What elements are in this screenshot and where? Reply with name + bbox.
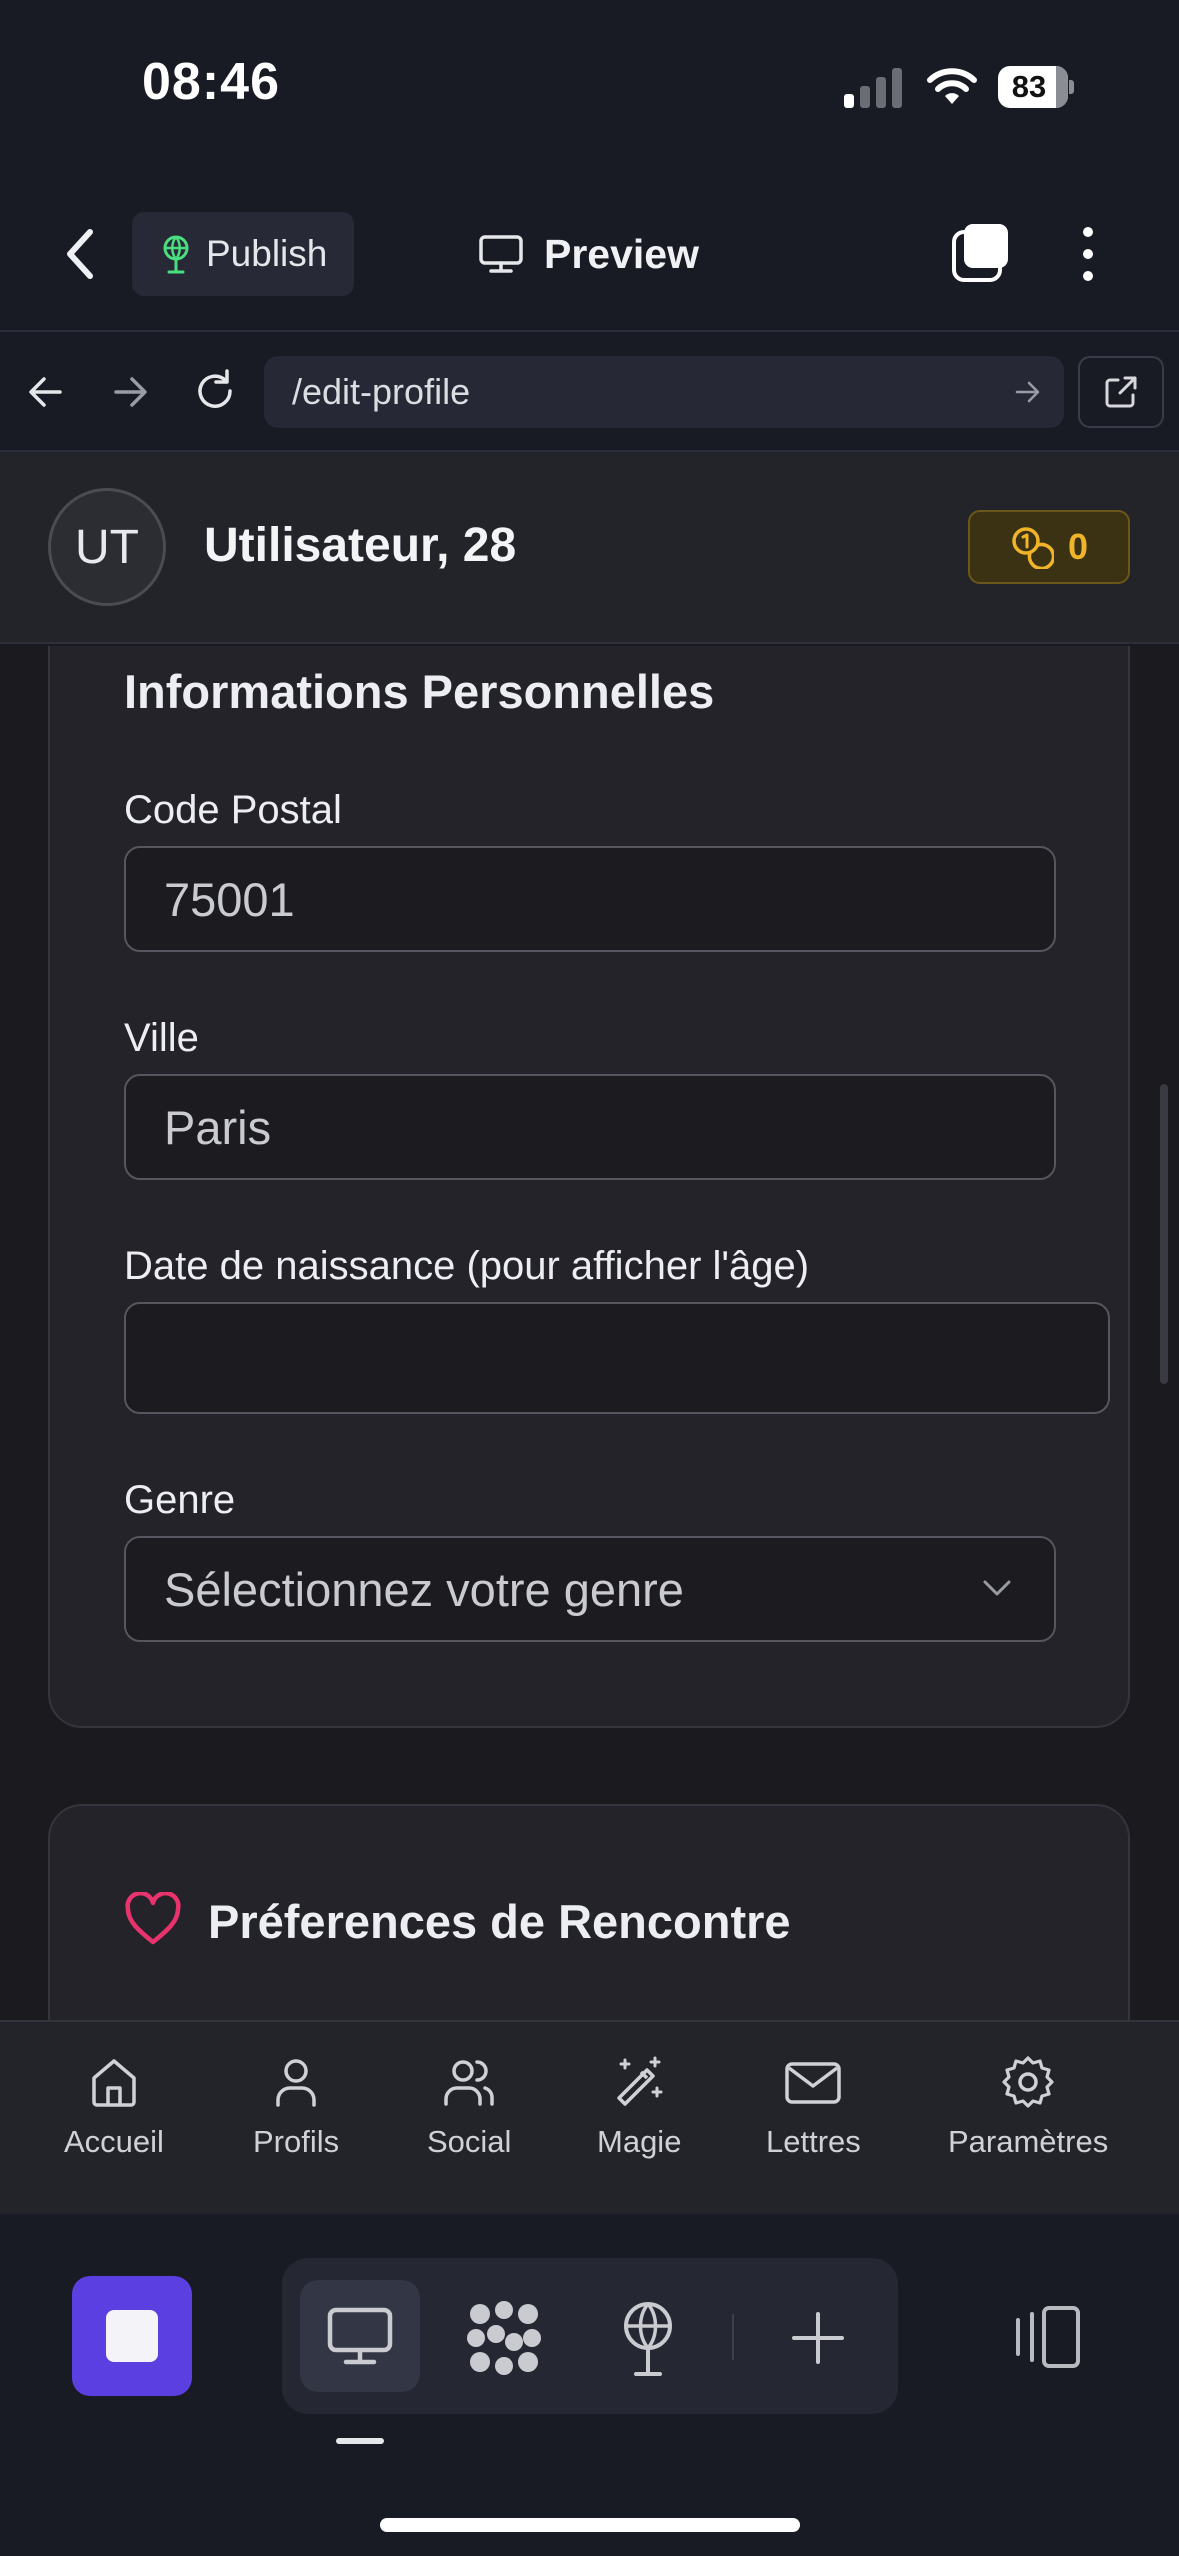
postal-code-label: Code Postal bbox=[124, 788, 342, 832]
nav-label: Lettres bbox=[766, 2124, 861, 2159]
nav-item-accueil[interactable]: Accueil bbox=[64, 2054, 164, 2160]
nav-forward-icon[interactable] bbox=[110, 372, 150, 412]
gender-label: Genre bbox=[124, 1478, 236, 1522]
nav-label: Paramètres bbox=[948, 2124, 1109, 2159]
nav-label: Profils bbox=[253, 2124, 340, 2159]
nav-item-social[interactable]: Social bbox=[427, 2054, 511, 2160]
gear-icon bbox=[1000, 2054, 1056, 2110]
signal-icon bbox=[844, 68, 906, 108]
globe-pin-icon bbox=[158, 234, 194, 274]
grid-dots-icon[interactable] bbox=[466, 2300, 542, 2376]
nav-item-lettres[interactable]: Lettres bbox=[766, 2054, 861, 2160]
stop-icon bbox=[106, 2310, 158, 2362]
birthdate-label: Date de naissance (pour afficher l'âge) bbox=[124, 1244, 810, 1288]
status-time: 08:46 bbox=[142, 53, 280, 111]
content-area[interactable]: Informations Personnelles Code Postal 75… bbox=[0, 646, 1179, 2020]
magic-wand-icon bbox=[611, 2054, 667, 2110]
nav-item-parametres[interactable]: Paramètres bbox=[948, 2054, 1108, 2160]
home-icon bbox=[86, 2054, 142, 2110]
preferences-card: Préferences de Rencontre bbox=[48, 1804, 1130, 2020]
tabs-icon[interactable] bbox=[950, 222, 1012, 284]
users-icon bbox=[441, 2054, 497, 2110]
globe-pin-icon[interactable] bbox=[614, 2300, 682, 2376]
chevron-down-icon bbox=[982, 1578, 1012, 1598]
city-input[interactable]: Paris bbox=[124, 1074, 1056, 1180]
preview-label: Preview bbox=[544, 230, 699, 277]
go-arrow-icon[interactable] bbox=[1014, 378, 1042, 406]
divider bbox=[0, 330, 1179, 332]
nav-label: Social bbox=[427, 2124, 512, 2159]
postal-code-input[interactable]: 75001 bbox=[124, 846, 1056, 952]
battery-icon: 83 bbox=[998, 66, 1074, 108]
open-external-button[interactable] bbox=[1078, 356, 1164, 428]
home-indicator[interactable] bbox=[380, 2518, 800, 2532]
back-icon[interactable] bbox=[62, 226, 98, 282]
url-text: /edit-profile bbox=[292, 371, 471, 412]
personal-info-card: Informations Personnelles Code Postal 75… bbox=[48, 646, 1130, 1728]
heart-icon bbox=[124, 1892, 182, 1946]
publish-label: Publish bbox=[206, 233, 328, 274]
battery-level: 83 bbox=[1011, 69, 1047, 104]
more-vertical-icon[interactable] bbox=[1074, 226, 1102, 282]
gender-placeholder: Sélectionnez votre genre bbox=[164, 1562, 684, 1616]
preview-button[interactable]: Preview bbox=[478, 222, 699, 286]
coin-count: 0 bbox=[1068, 526, 1089, 567]
dock-separator bbox=[732, 2314, 734, 2360]
profile-name: Utilisateur, 28 bbox=[204, 519, 517, 572]
monitor-icon bbox=[326, 2306, 394, 2368]
dock-active-indicator bbox=[336, 2438, 384, 2444]
section-title-preferences: Préferences de Rencontre bbox=[208, 1895, 791, 1948]
coin-balance-badge[interactable]: 0 bbox=[968, 510, 1130, 584]
publish-button[interactable]: Publish bbox=[132, 212, 354, 296]
split-view-icon[interactable] bbox=[1010, 2304, 1082, 2370]
scrollbar[interactable] bbox=[1160, 1084, 1168, 1384]
monitor-icon bbox=[478, 234, 524, 274]
city-label: Ville bbox=[124, 1016, 199, 1060]
mail-icon bbox=[783, 2054, 843, 2110]
plus-icon[interactable] bbox=[790, 2310, 846, 2366]
nav-item-profils[interactable]: Profils bbox=[253, 2054, 339, 2160]
gender-select[interactable]: Sélectionnez votre genre bbox=[124, 1536, 1056, 1642]
external-link-icon bbox=[1103, 374, 1139, 410]
birthdate-input[interactable] bbox=[124, 1302, 1110, 1414]
reload-icon[interactable] bbox=[192, 368, 238, 414]
nav-back-icon[interactable] bbox=[26, 372, 66, 412]
user-icon bbox=[268, 2054, 324, 2110]
nav-label: Accueil bbox=[64, 2124, 164, 2159]
nav-item-magie[interactable]: Magie bbox=[597, 2054, 681, 2160]
postal-code-value: 75001 bbox=[164, 872, 295, 926]
coins-icon bbox=[1010, 525, 1054, 569]
section-title-personal-info: Informations Personnelles bbox=[124, 665, 715, 718]
avatar[interactable]: UT bbox=[48, 488, 166, 606]
stop-button[interactable] bbox=[72, 2276, 192, 2396]
city-value: Paris bbox=[164, 1100, 272, 1154]
nav-label: Magie bbox=[597, 2124, 682, 2159]
wifi-icon bbox=[925, 64, 979, 106]
url-field[interactable]: /edit-profile bbox=[264, 356, 1064, 428]
